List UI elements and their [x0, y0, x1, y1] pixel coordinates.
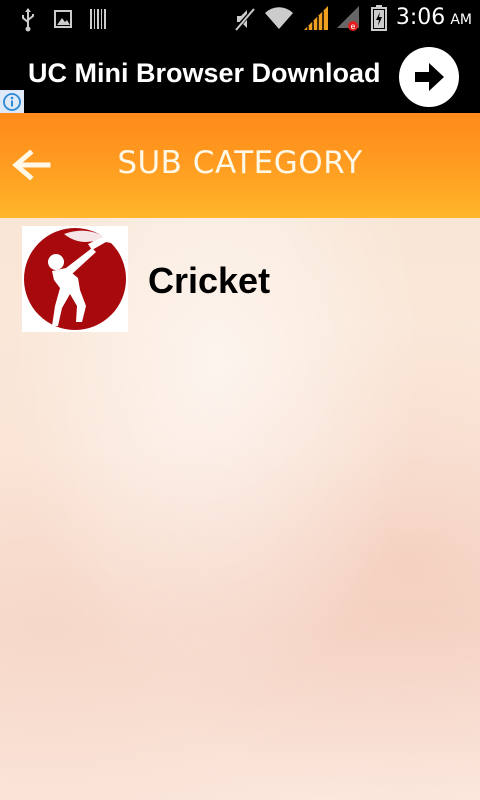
barcode-icon: [90, 9, 106, 34]
page-title: SUB CATEGORY: [117, 145, 363, 181]
app-screen: e 3:06 AM UC Mini Browser Download SUB C…: [0, 0, 480, 800]
toolbar: SUB CATEGORY: [0, 113, 480, 218]
arrow-right-icon[interactable]: [399, 47, 459, 107]
subcategory-list: Cricket: [0, 218, 480, 800]
mute-icon: [233, 6, 257, 37]
usb-icon: [20, 8, 36, 37]
ad-banner[interactable]: UC Mini Browser Download: [0, 38, 480, 114]
image-notification-icon: [54, 10, 72, 33]
status-clock-ampm: AM: [450, 12, 472, 28]
wifi-icon: [264, 6, 294, 35]
signal-roaming-icon: e: [337, 6, 363, 37]
signal-icon: [304, 6, 330, 35]
battery-charging-icon: [371, 5, 387, 36]
svg-text:e: e: [351, 22, 356, 31]
status-clock-time: 3:06: [395, 5, 446, 30]
list-item-label: Cricket: [148, 260, 271, 301]
ad-text[interactable]: UC Mini Browser Download: [28, 58, 381, 89]
list-item-cricket[interactable]: Cricket: [22, 226, 462, 332]
status-clock: 3:06 AM: [396, 5, 472, 30]
status-bar: e 3:06 AM: [0, 0, 480, 38]
info-icon[interactable]: [0, 90, 24, 114]
cricket-batsman-icon[interactable]: [22, 226, 128, 332]
